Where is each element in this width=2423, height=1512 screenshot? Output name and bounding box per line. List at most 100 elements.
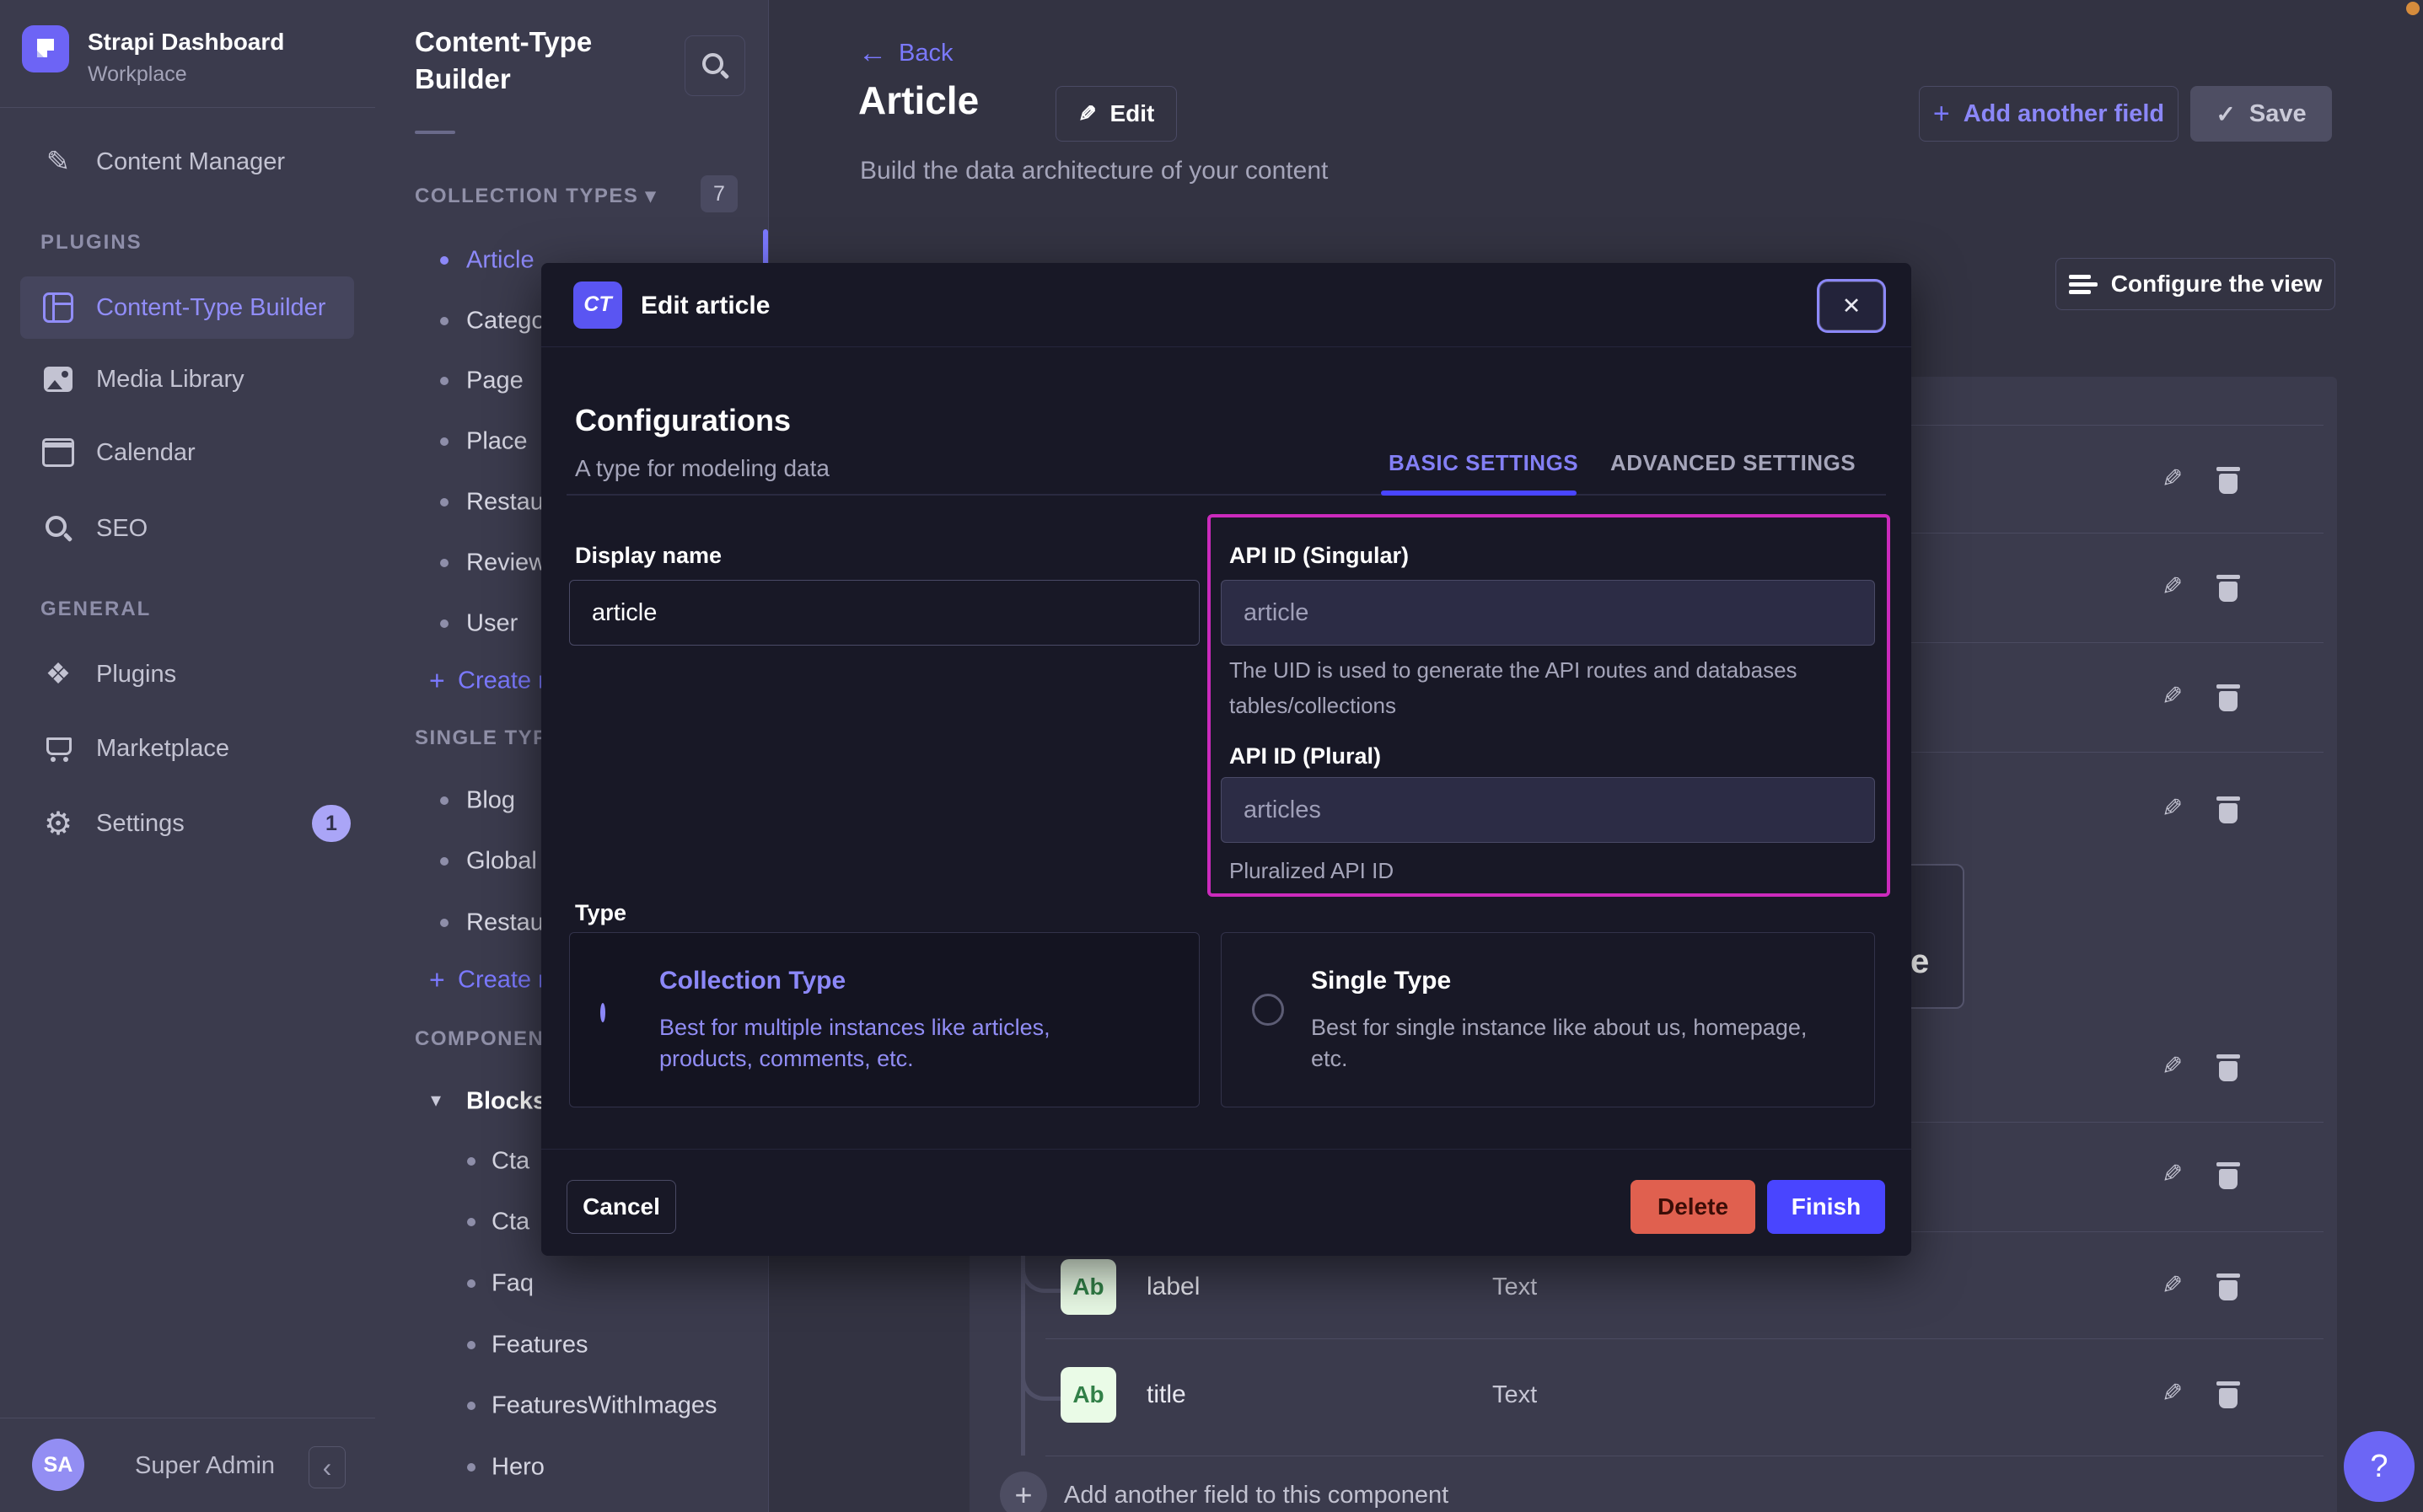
sidebar-item-label: SEO <box>96 515 148 543</box>
sidebar-item-settings[interactable]: ⚙ Settings <box>20 796 354 850</box>
search-icon <box>700 51 730 81</box>
pencil-icon[interactable]: ✎ <box>2162 684 2183 712</box>
calendar-icon <box>42 438 74 467</box>
display-name-label: Display name <box>575 543 722 569</box>
bullet-icon <box>467 1279 475 1288</box>
pencil-icon[interactable]: ✎ <box>2162 1381 2183 1409</box>
subnav-search-button[interactable] <box>685 35 745 96</box>
subnav-item-hero[interactable]: Hero <box>375 1440 768 1494</box>
delete-button[interactable]: Delete <box>1631 1180 1755 1234</box>
modal-header: CT Edit article ✕ <box>541 263 1911 347</box>
gear-icon: ⚙ <box>42 805 74 843</box>
single-type-option[interactable]: Single Type Best for single instance lik… <box>1221 932 1875 1107</box>
trash-icon[interactable] <box>2216 467 2240 495</box>
sidebar-item-calendar[interactable]: Calendar <box>20 426 354 480</box>
plus-icon: + <box>1933 98 1950 131</box>
text-field-type-badge: Ab <box>1061 1259 1116 1315</box>
trash-icon[interactable] <box>2216 1054 2240 1082</box>
media-image-icon <box>42 367 74 392</box>
puzzle-icon: ❖ <box>42 657 74 691</box>
pencil-icon[interactable]: ✎ <box>2162 1273 2183 1301</box>
sidebar-item-content-manager[interactable]: ✎ Content Manager <box>20 135 354 189</box>
pencil-icon[interactable]: ✎ <box>2162 1054 2183 1082</box>
row-actions: ✎ <box>2162 684 2240 712</box>
radio-unselected-icon[interactable] <box>1252 994 1284 1026</box>
edit-article-modal: CT Edit article ✕ Configurations A type … <box>541 263 1911 1256</box>
bullet-icon <box>440 377 449 385</box>
api-id-singular-input[interactable] <box>1221 580 1875 646</box>
bullet-icon <box>440 317 449 325</box>
collection-type-desc: Best for multiple instances like article… <box>659 1012 1131 1075</box>
bullet-icon <box>467 1402 475 1410</box>
collapse-sidebar-button[interactable]: ‹ <box>309 1446 346 1488</box>
tab-basic-settings[interactable]: BASIC SETTINGS <box>1389 450 1578 476</box>
collection-types-header[interactable]: COLLECTION TYPES ▾ <box>415 184 657 208</box>
tab-divider <box>567 494 1886 496</box>
api-id-singular-label: API ID (Singular) <box>1229 543 1409 569</box>
trash-icon[interactable] <box>2216 1162 2240 1190</box>
sidebar-item-content-type-builder[interactable]: Content-Type Builder <box>20 276 354 339</box>
subnav-item-featureswithimages[interactable]: FeaturesWithImages <box>375 1379 768 1433</box>
add-another-field-button[interactable]: + Add another field <box>1919 86 2179 142</box>
close-button[interactable]: ✕ <box>1819 281 1883 330</box>
bullet-icon <box>440 437 449 446</box>
main-sidebar: Strapi Dashboard Workplace ✎ Content Man… <box>0 0 376 1512</box>
brand-title: Strapi Dashboard <box>88 29 284 56</box>
tab-advanced-settings[interactable]: ADVANCED SETTINGS <box>1610 450 1856 476</box>
trash-icon[interactable] <box>2216 684 2240 712</box>
api-id-plural-input[interactable] <box>1221 777 1875 843</box>
back-link[interactable]: ← Back <box>858 37 953 70</box>
save-button[interactable]: ✓ Save <box>2190 86 2332 142</box>
sidebar-item-marketplace[interactable]: Marketplace <box>20 721 354 775</box>
pencil-icon[interactable]: ✎ <box>2162 575 2183 603</box>
arrow-left-icon: ← <box>858 37 887 70</box>
pencil-icon[interactable]: ✎ <box>2162 1162 2183 1190</box>
trash-icon[interactable] <box>2216 575 2240 603</box>
type-label: Type <box>575 900 626 926</box>
row-actions: ✎ <box>2162 1381 2240 1409</box>
collection-type-option[interactable]: Collection Type Best for multiple instan… <box>569 932 1200 1107</box>
trash-icon[interactable] <box>2216 1381 2240 1409</box>
trash-icon[interactable] <box>2216 796 2240 824</box>
configure-view-button[interactable]: Configure the view <box>2055 258 2335 310</box>
status-dot <box>2406 2 2420 15</box>
user-name: Super Admin <box>135 1452 275 1480</box>
collection-types-count-badge: 7 <box>701 175 738 212</box>
trash-icon[interactable] <box>2216 1273 2240 1301</box>
row-actions: ✎ <box>2162 796 2240 824</box>
bullet-icon <box>440 559 449 567</box>
row-actions: ✎ <box>2162 467 2240 495</box>
content-type-badge: CT <box>573 281 622 329</box>
display-name-input[interactable] <box>569 580 1200 646</box>
collection-type-title: Collection Type <box>659 967 846 995</box>
question-mark-icon: ? <box>2370 1449 2388 1485</box>
pencil-icon[interactable]: ✎ <box>2162 796 2183 824</box>
avatar[interactable]: SA <box>32 1439 84 1491</box>
strapi-logo-icon <box>22 25 69 72</box>
bullet-icon <box>440 256 449 265</box>
bullet-icon <box>440 796 449 805</box>
field-type: Text <box>1492 1381 1537 1409</box>
help-button[interactable]: ? <box>2344 1431 2415 1502</box>
bullet-icon <box>467 1157 475 1166</box>
radio-selected-icon[interactable] <box>600 1003 605 1022</box>
cancel-button[interactable]: Cancel <box>567 1180 676 1234</box>
add-field-to-component-button[interactable]: + Add another field to this component <box>1000 1472 1448 1512</box>
single-type-title: Single Type <box>1311 967 1451 995</box>
edit-button[interactable]: ✎ Edit <box>1056 86 1177 142</box>
brand-workspace: Workplace <box>88 62 187 87</box>
bullet-icon <box>467 1341 475 1349</box>
subnav-item-features[interactable]: Features <box>375 1318 768 1372</box>
check-icon: ✓ <box>2216 100 2235 128</box>
subnav-item-faq[interactable]: Faq <box>375 1257 768 1311</box>
pencil-icon[interactable]: ✎ <box>2162 467 2183 495</box>
cart-icon <box>42 734 74 763</box>
sidebar-item-media-library[interactable]: Media Library <box>20 352 354 406</box>
finish-button[interactable]: Finish <box>1767 1180 1885 1234</box>
row-actions: ✎ <box>2162 575 2240 603</box>
sidebar-item-seo[interactable]: SEO <box>20 501 354 555</box>
page-title: Article <box>858 78 979 123</box>
tab-active-underline <box>1381 491 1577 496</box>
sidebar-item-plugins[interactable]: ❖ Plugins <box>20 647 354 701</box>
api-id-singular-hint: The UID is used to generate the API rout… <box>1229 652 1853 723</box>
